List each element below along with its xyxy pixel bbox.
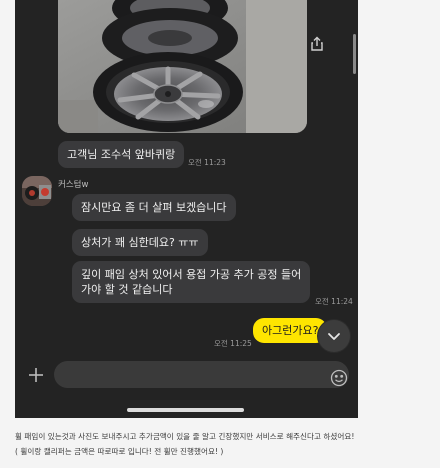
- message-text: 상처가 꽤 심한데요? ㅠㅠ: [81, 236, 199, 249]
- home-indicator: [127, 408, 244, 412]
- message-composer: #: [15, 358, 358, 418]
- message-time: 오전 11:25: [214, 339, 252, 348]
- caption-line: 휠 패임이 있는것과 사진도 보내주시고 추가금액이 있을 줄 알고 긴장했지만…: [15, 432, 355, 441]
- message-bubble: 깊이 패임 상처 있어서 용접 가공 추가 공정 들어 가야 할 것 같습니다: [72, 261, 311, 303]
- message-bubble: 상처가 꽤 심한데요? ㅠㅠ: [72, 229, 208, 256]
- message-bubble: 고객님 조수석 앞바퀴랑: [58, 141, 185, 168]
- message-text: 잠시만요 좀 더 살펴 보겠습니다: [81, 201, 227, 214]
- my-message-bubble: 아그런가요?: [253, 318, 328, 343]
- sender-name: 커스텀w: [58, 180, 89, 190]
- scrollbar[interactable]: [353, 34, 356, 74]
- chat-screenshot: 고객님 조수석 앞바퀴랑 오전 11:23 커스텀w 잠시만요 좀 더 살펴 보…: [15, 0, 358, 418]
- tire-photo[interactable]: [58, 0, 307, 133]
- caption-line: ( 휠이랑 캘리퍼는 금액은 따로따로 입니다! 전 휠만 진행했어요! ): [15, 447, 224, 456]
- message-time: 오전 11:24: [315, 297, 353, 306]
- message-text-line: 가야 할 것 같습니다: [81, 283, 173, 296]
- message-text: 고객님 조수석 앞바퀴랑: [67, 148, 176, 161]
- avatar[interactable]: [22, 176, 52, 206]
- message-bubble: 잠시만요 좀 더 살펴 보겠습니다: [72, 194, 236, 221]
- message-input[interactable]: #: [54, 361, 349, 388]
- scroll-to-bottom-button[interactable]: [318, 320, 350, 352]
- message-text-line: 깊이 패임 상처 있어서 용접 가공 추가 공정 들어: [81, 268, 302, 281]
- chevron-down-icon: [328, 333, 340, 340]
- message-time: 오전 11:23: [188, 158, 226, 167]
- emoji-icon[interactable]: [330, 369, 348, 387]
- share-icon[interactable]: [307, 34, 327, 54]
- plus-icon[interactable]: [25, 364, 47, 386]
- message-text: 아그런가요?: [262, 324, 319, 337]
